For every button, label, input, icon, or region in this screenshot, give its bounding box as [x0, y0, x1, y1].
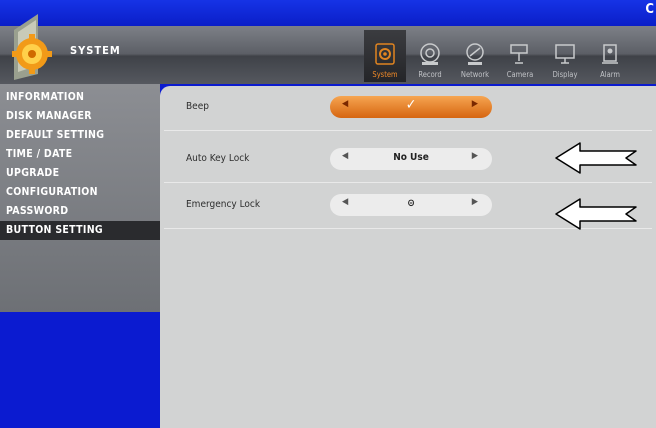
sidebar-item-password[interactable]: PASSWORD	[0, 202, 160, 221]
tab-system[interactable]: System	[364, 30, 406, 82]
gear-icon	[375, 43, 395, 65]
sidebar-item-information[interactable]: INFORMATION	[0, 88, 160, 107]
arrow-right-icon[interactable]: ▶	[472, 151, 478, 161]
page-title: SYSTEM	[70, 44, 121, 57]
sidebar-menu: INFORMATION DISK MANAGER DEFAULT SETTING…	[0, 84, 160, 312]
setting-label: Emergency Lock	[186, 199, 261, 210]
tab-label: Display	[552, 70, 578, 79]
sidebar-item-disk-manager[interactable]: DISK MANAGER	[0, 107, 160, 126]
tab-network[interactable]: Network	[454, 30, 496, 82]
setting-value: No Use	[393, 152, 429, 163]
settings-panel: Beep ◀ ✓ ▶ Auto Key Lock ◀ No Use ▶ Emer…	[160, 86, 656, 428]
sidebar-item-configuration[interactable]: CONFIGURATION	[0, 183, 160, 202]
setting-label: Auto Key Lock	[186, 153, 250, 164]
auto-key-lock-selector[interactable]: ◀ No Use ▶	[330, 148, 492, 170]
record-icon	[420, 43, 440, 65]
arrow-right-icon[interactable]: ▶	[472, 99, 478, 109]
tab-alarm[interactable]: Alarm	[589, 30, 631, 82]
alarm-icon	[602, 44, 618, 64]
beep-selector[interactable]: ◀ ✓ ▶	[330, 96, 492, 118]
tab-label: System	[372, 70, 398, 79]
tab-label: Record	[418, 70, 442, 79]
sidebar: INFORMATION DISK MANAGER DEFAULT SETTING…	[0, 84, 160, 428]
tab-display[interactable]: Display	[544, 30, 586, 82]
tab-label: Alarm	[600, 70, 620, 79]
tab-record[interactable]: Record	[409, 30, 451, 82]
setting-value: ✓	[405, 97, 417, 113]
top-tab-bar: System Record Network Camera Display Ala…	[364, 30, 634, 82]
network-icon	[466, 43, 484, 65]
setting-value: ⊝	[407, 198, 415, 209]
camera-icon	[510, 44, 528, 64]
tab-label: Camera	[506, 70, 534, 79]
sidebar-item-upgrade[interactable]: UPGRADE	[0, 164, 160, 183]
sidebar-item-button-setting[interactable]: BUTTON SETTING	[0, 221, 160, 240]
display-icon	[555, 44, 575, 64]
sidebar-item-time-date[interactable]: TIME / DATE	[0, 145, 160, 164]
arrow-right-icon[interactable]: ▶	[472, 197, 478, 207]
top-strip: C	[0, 0, 656, 26]
setting-row-beep: Beep ◀ ✓ ▶	[164, 86, 652, 131]
system-gear-logo-icon	[12, 14, 52, 80]
sidebar-item-default-setting[interactable]: DEFAULT SETTING	[0, 126, 160, 145]
emergency-lock-selector[interactable]: ◀ ⊝ ▶	[330, 194, 492, 216]
tab-label: Network	[460, 70, 490, 79]
tab-camera[interactable]: Camera	[499, 30, 541, 82]
callout-arrow-icon	[555, 142, 637, 174]
callout-arrow-icon	[555, 198, 637, 230]
corner-text: C	[645, 2, 654, 17]
setting-label: Beep	[186, 101, 209, 112]
